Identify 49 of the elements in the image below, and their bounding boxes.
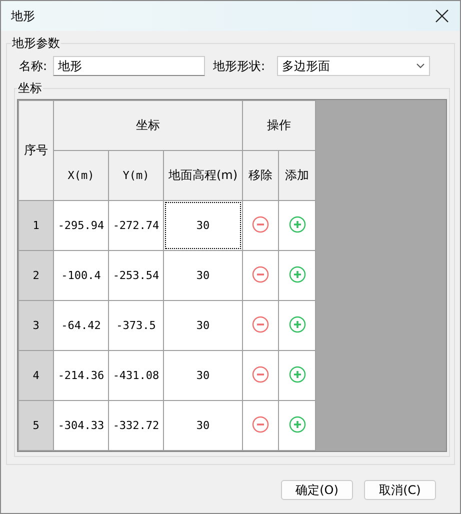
- column-header: 地面高程(m): [164, 150, 242, 200]
- row-number: 3: [18, 300, 54, 350]
- column-header: 序号: [18, 100, 54, 200]
- column-header: 操作: [242, 100, 316, 150]
- column-header: X(m): [54, 150, 108, 200]
- add-button[interactable]: [288, 366, 306, 382]
- table-cell: -100.4: [54, 250, 108, 300]
- table-cell: -332.72: [108, 400, 164, 450]
- add-button[interactable]: [288, 216, 306, 232]
- table-cell: -253.54: [108, 250, 164, 300]
- group-title: 地形参数: [11, 35, 61, 52]
- row-number: 2: [18, 250, 54, 300]
- remove-button[interactable]: [252, 366, 269, 382]
- add-button[interactable]: [288, 416, 306, 432]
- add-button[interactable]: [288, 266, 306, 282]
- remove-button[interactable]: [252, 316, 269, 332]
- table-cell-text: 30: [195, 318, 211, 334]
- ok-button[interactable]: 确定(O): [281, 480, 353, 500]
- remove-button[interactable]: [252, 216, 269, 232]
- row-number: 1: [18, 200, 54, 250]
- table-cell-text: 30: [195, 418, 211, 434]
- table-cell: -214.36: [54, 350, 108, 400]
- table-cell: -295.94: [54, 200, 108, 250]
- table-cell-text: 30: [195, 268, 211, 284]
- table-cell: -373.5: [108, 300, 164, 350]
- column-header: 移除: [242, 150, 278, 200]
- close-button[interactable]: [434, 8, 450, 24]
- field-label: 地形形状:: [213, 58, 266, 74]
- remove-button[interactable]: [252, 266, 269, 282]
- chevron-down-icon: [416, 63, 426, 69]
- cancel-button[interactable]: 取消(C): [364, 480, 436, 500]
- column-header: 添加: [278, 150, 316, 200]
- column-header: Y(m): [108, 150, 164, 200]
- row-number: 4: [18, 350, 54, 400]
- table-cell: -304.33: [54, 400, 108, 450]
- add-button[interactable]: [288, 316, 306, 332]
- remove-button[interactable]: [252, 416, 269, 432]
- table-cell: -272.74: [108, 200, 164, 250]
- name-field[interactable]: 地形: [53, 56, 206, 76]
- column-header: 坐标: [54, 100, 242, 150]
- row-number: 5: [18, 400, 54, 450]
- shape-dropdown[interactable]: 多边形面: [277, 56, 430, 76]
- table-cell: -64.42: [54, 300, 108, 350]
- field-label: 名称:: [19, 58, 48, 74]
- table-cell: -431.08: [108, 350, 164, 400]
- window-title: 地形: [11, 8, 35, 24]
- group-title: 坐标: [17, 80, 43, 97]
- table-cell-text: 30: [195, 368, 211, 384]
- table-cell: 30: [165, 202, 241, 249]
